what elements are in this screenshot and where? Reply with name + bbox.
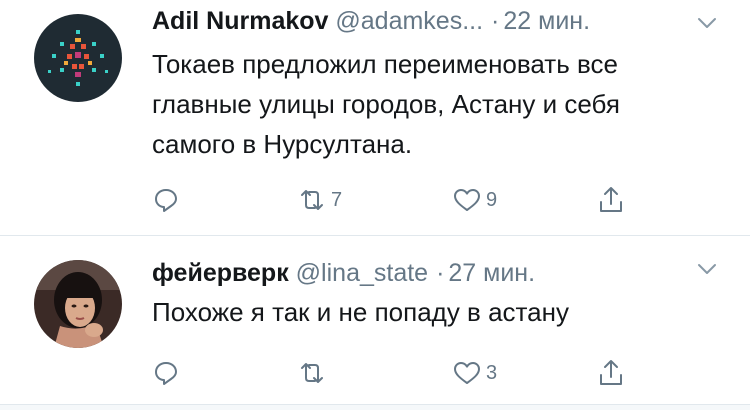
separator: · [491, 7, 500, 35]
retweet-button[interactable]: 7 [297, 180, 342, 220]
like-count: 3 [486, 361, 498, 384]
reply-icon [152, 186, 180, 214]
tweet[interactable]: фейерверк @lina_state · 27 мин. Похоже я т… [0, 236, 750, 409]
separator: · [436, 259, 445, 287]
like-button[interactable]: 9 [452, 180, 497, 220]
like-icon [452, 186, 482, 214]
display-name[interactable]: фейерверк [152, 259, 289, 287]
reply-icon [152, 359, 180, 387]
like-button[interactable]: 3 [452, 353, 497, 393]
tweet-header: Adil Nurmakov @adamkes... · 22 мин. [152, 6, 590, 36]
feed-bottom-border [0, 404, 750, 410]
tweet-text: Токаев предложил переименовать все главн… [152, 49, 620, 159]
tweet-actions: 3 [152, 353, 652, 393]
share-icon [597, 185, 625, 215]
retweet-icon [297, 359, 327, 387]
share-button[interactable] [597, 180, 625, 220]
avatar[interactable] [34, 260, 122, 348]
share-icon [597, 358, 625, 388]
like-count: 9 [486, 188, 498, 211]
retweet-icon [297, 186, 327, 214]
tweet[interactable]: Adil Nurmakov @adamkes... · 22 мин. Токаев… [0, 0, 750, 235]
timestamp[interactable]: 27 мин. [448, 259, 535, 287]
chevron-down-icon[interactable] [694, 10, 720, 36]
reply-button[interactable] [152, 353, 180, 393]
like-icon [452, 359, 482, 387]
reply-button[interactable] [152, 180, 180, 220]
retweet-count: 7 [331, 188, 343, 211]
display-name[interactable]: Adil Nurmakov [152, 7, 328, 35]
share-button[interactable] [597, 353, 625, 393]
chevron-down-icon[interactable] [694, 256, 720, 282]
avatar[interactable] [34, 14, 122, 102]
user-handle[interactable]: @lina_state [296, 259, 428, 287]
tweet-text: Похоже я так и не попаду в астану [152, 297, 569, 327]
tweet-actions: 7 9 [152, 180, 652, 220]
retweet-button[interactable] [297, 353, 331, 393]
tweet-header: фейерверк @lina_state · 27 мин. [152, 258, 535, 288]
user-handle[interactable]: @adamkes... [335, 7, 483, 35]
timestamp[interactable]: 22 мин. [503, 7, 590, 35]
